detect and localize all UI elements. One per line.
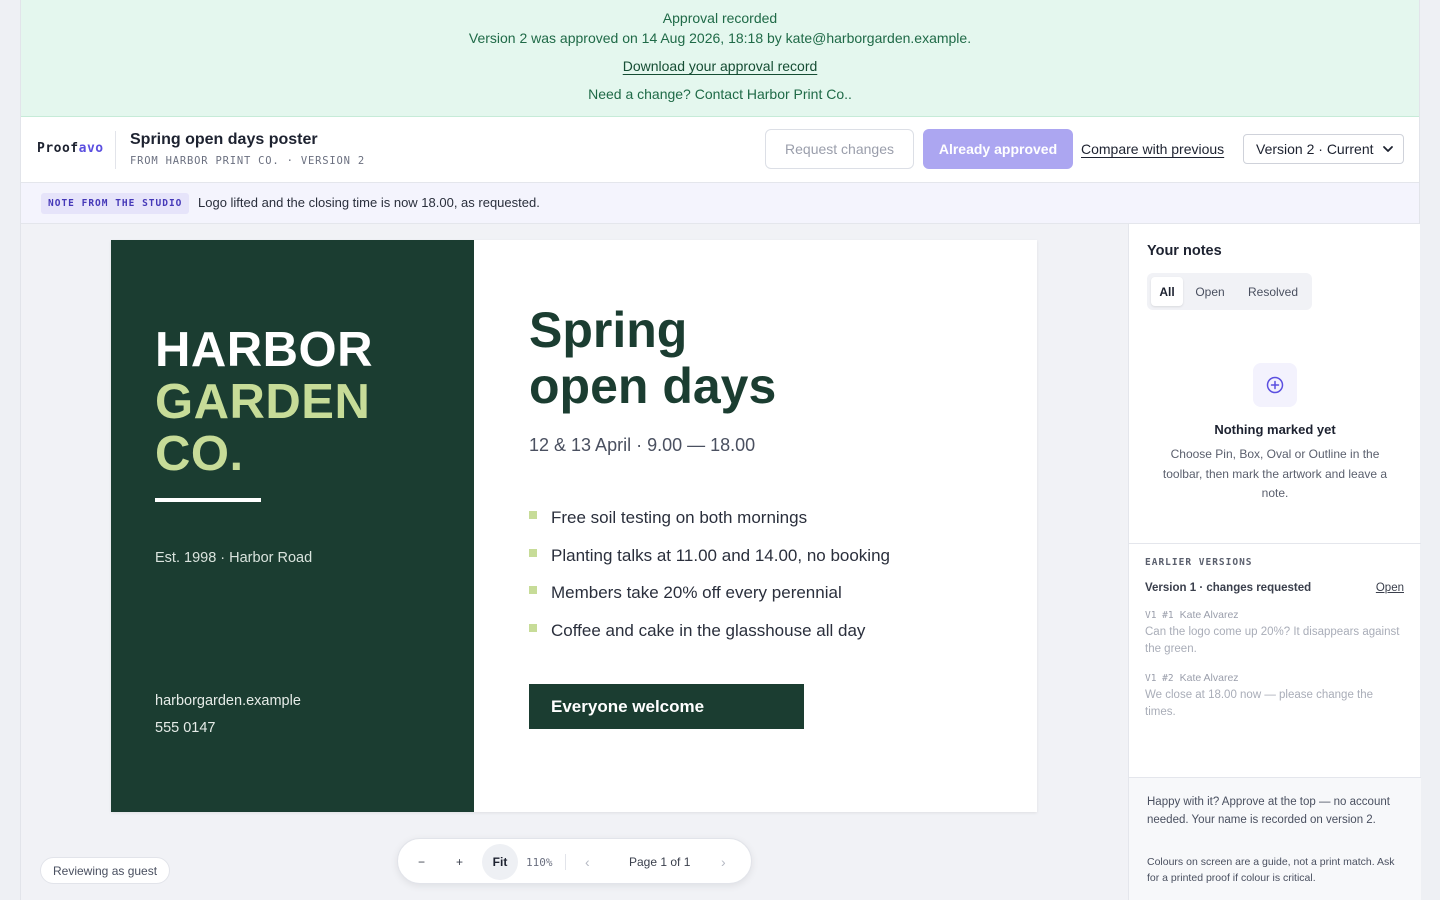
poster-title-line2: open days xyxy=(529,358,777,414)
poster-cta-banner: Everyone welcome xyxy=(529,684,804,729)
notes-sidebar: Your notes All Open Resolved Nothing mar… xyxy=(1128,224,1421,900)
poster-title: Spring open days xyxy=(529,302,776,414)
earlier-versions-heading: EARLIER VERSIONS xyxy=(1145,557,1253,568)
chevron-down-icon xyxy=(1383,146,1393,152)
poster-rule xyxy=(155,498,261,502)
banner-approval-details: Version 2 was approved on 14 Aug 2026, 1… xyxy=(468,30,972,46)
logo-text-main: Proof xyxy=(37,141,79,156)
comment-ref: V1 #1 xyxy=(1145,610,1174,621)
sidebar-footer: Happy with it? Approve at the top — no a… xyxy=(1129,777,1421,900)
zoom-toolbar: − + Fit 110% ‹ Page 1 of 1 › xyxy=(397,838,752,884)
earlier-comment: V1 #1 Kate Alvarez Can the logo come up 2… xyxy=(1145,609,1403,657)
next-page-button[interactable]: › xyxy=(721,839,726,885)
empty-state-description: Choose Pin, Box, Oval or Outline in the … xyxy=(1162,447,1388,500)
comment-header: V1 #1 Kate Alvarez xyxy=(1145,609,1403,621)
list-item-text: Members take 20% off every perennial xyxy=(551,583,842,602)
filter-all-tab[interactable]: All xyxy=(1151,277,1183,306)
list-item: Coffee and cake in the glasshouse all da… xyxy=(529,621,890,659)
prev-page-button[interactable]: ‹ xyxy=(585,839,590,885)
banner-contact-note: Need a change? Contact Harbor Print Co.. xyxy=(588,86,852,102)
version-select-value: Version 2 · Current xyxy=(1256,141,1374,157)
sidebar-divider xyxy=(1129,543,1421,544)
poster-name-line1: HARBOR xyxy=(155,323,374,377)
list-item: Members take 20% off every perennial xyxy=(529,583,890,621)
list-item-text: Free soil testing on both mornings xyxy=(551,508,808,527)
banner-title: Approval recorded xyxy=(662,10,778,26)
poster-date-time: 12 & 13 April · 9.00 — 18.00 xyxy=(529,435,756,455)
poster-phone: 555 0147 xyxy=(155,720,216,736)
fit-button[interactable]: Fit xyxy=(482,844,518,880)
poster-left-panel: HARBOR GARDEN CO. Est. 1998 · Harbor Roa… xyxy=(111,240,474,812)
download-record-row: Download your approval record xyxy=(21,58,1419,74)
earlier-comment: V1 #2 Kate Alvarez We close at 18.00 now … xyxy=(1145,672,1403,720)
poster-title-line1: Spring xyxy=(529,302,688,358)
empty-state-title: Nothing marked yet xyxy=(1214,422,1336,437)
poster-established: Est. 1998 · Harbor Road xyxy=(155,550,313,566)
bullet-square xyxy=(529,586,537,594)
poster-website: harborgarden.example xyxy=(155,693,301,709)
list-item-text: Coffee and cake in the glasshouse all da… xyxy=(551,620,866,640)
version-select[interactable]: Version 2 · Current xyxy=(1243,134,1404,164)
notes-filter: All Open Resolved xyxy=(1147,273,1312,310)
document-title: Spring open days poster xyxy=(130,131,318,148)
compare-with-previous-link[interactable]: Compare with previous xyxy=(1081,141,1224,157)
document-subtitle: FROM HARBOR PRINT CO. · VERSION 2 xyxy=(130,155,366,167)
bullet-square xyxy=(529,623,537,632)
guest-status-pill: Reviewing as guest xyxy=(40,857,171,884)
colour-disclaimer: Colours on screen are a guide, not a pri… xyxy=(1147,856,1395,884)
poster-name-line2: GARDEN xyxy=(155,375,371,429)
list-item: Free soil testing on both mornings xyxy=(529,508,890,546)
approval-help-text: Happy with it? Approve at the top — no a… xyxy=(1147,796,1390,826)
bullet-square xyxy=(529,511,537,519)
comment-text: Can the logo come up 20%? It disappears … xyxy=(1145,626,1400,655)
studio-note-strip: NOTE FROM THE STUDIO Logo lifted and the… xyxy=(21,183,1419,224)
plus-circle-icon xyxy=(1253,363,1297,407)
request-changes-button[interactable]: Request changes xyxy=(765,129,914,169)
page-indicator: Page 1 of 1 xyxy=(629,855,691,869)
comment-header: V1 #2 Kate Alvarez xyxy=(1145,672,1403,684)
filter-resolved-tab[interactable]: Resolved xyxy=(1239,277,1307,306)
version-1-open-link[interactable]: Open xyxy=(1376,582,1404,594)
studio-note-tag: NOTE FROM THE STUDIO xyxy=(41,193,190,214)
list-item-text: Planting talks at 11.00 and 14.00, no bo… xyxy=(551,545,890,565)
download-approval-record-link[interactable]: Download your approval record xyxy=(623,58,818,74)
bullet-square xyxy=(529,548,537,557)
version-1-label: Version 1 · changes requested xyxy=(1145,582,1312,594)
already-approved-button[interactable]: Already approved xyxy=(923,129,1073,169)
header-divider xyxy=(115,131,116,169)
filter-open-tab[interactable]: Open xyxy=(1187,277,1233,306)
list-item: Planting talks at 11.00 and 14.00, no bo… xyxy=(529,546,890,584)
app-frame: Approval recorded Version 2 was approved… xyxy=(20,0,1421,900)
studio-note-text: Logo lifted and the closing time is now … xyxy=(198,195,540,210)
header-bar: Proofavo Spring open days poster FROM HA… xyxy=(21,117,1419,183)
comment-text: We close at 18.00 now — please change th… xyxy=(1145,689,1374,718)
poster-company-name: HARBOR GARDEN CO. xyxy=(155,324,373,480)
toolbar-divider xyxy=(565,854,566,870)
approval-banner: Approval recorded Version 2 was approved… xyxy=(21,0,1419,117)
comment-author: Kate Alvarez xyxy=(1179,609,1239,621)
poster-name-line3: CO. xyxy=(155,427,244,481)
logo-text-accent: avo xyxy=(78,141,104,156)
zoom-level: 110% xyxy=(526,855,553,869)
artwork-canvas[interactable]: HARBOR GARDEN CO. Est. 1998 · Harbor Roa… xyxy=(111,240,1037,812)
zoom-in-button[interactable]: + xyxy=(456,839,463,885)
comment-ref: V1 #2 xyxy=(1145,673,1174,684)
app-logo[interactable]: Proofavo xyxy=(37,141,104,156)
comment-author: Kate Alvarez xyxy=(1179,672,1239,684)
zoom-out-button[interactable]: − xyxy=(418,839,425,885)
poster-bullet-list: Free soil testing on both mornings Plant… xyxy=(529,508,890,658)
sidebar-title: Your notes xyxy=(1147,243,1222,259)
